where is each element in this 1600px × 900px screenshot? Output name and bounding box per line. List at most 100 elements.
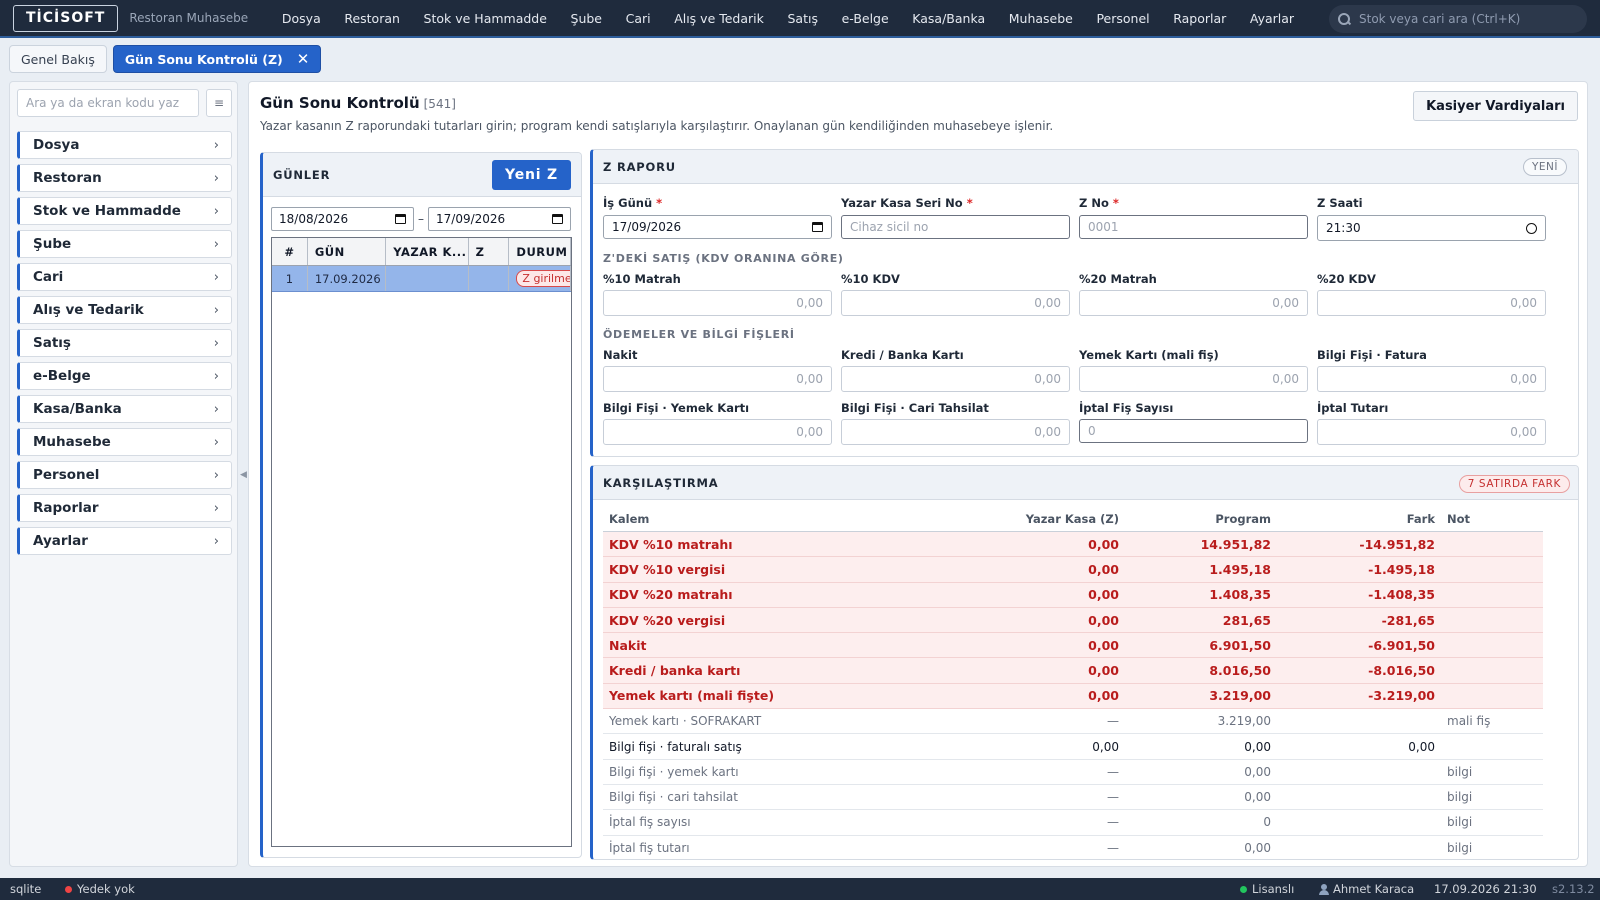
calendar-icon[interactable] bbox=[812, 222, 823, 232]
sidebar-item-stok[interactable]: Stok ve Hammadde › bbox=[17, 197, 232, 225]
cell-program: 3.219,00 bbox=[1217, 714, 1271, 729]
z-saati-input[interactable]: 21:30 bbox=[1317, 215, 1546, 241]
menu-ayarlar[interactable]: Ayarlar bbox=[1238, 11, 1306, 26]
kdv20-input[interactable]: 0,00 bbox=[1317, 290, 1546, 316]
comparison-table-header: Kalem Yazar Kasa (Z) Program Fark Not bbox=[603, 506, 1543, 532]
matrah10-input[interactable]: 0,00 bbox=[603, 290, 832, 316]
page-subtitle: Yazar kasanın Z raporundaki tutarları gi… bbox=[260, 119, 1054, 133]
close-icon[interactable]: ✕ bbox=[297, 50, 310, 68]
bf-yemek-input[interactable]: 0,00 bbox=[603, 419, 832, 445]
menu-sube[interactable]: Şube bbox=[559, 11, 614, 26]
kdv10-input[interactable]: 0,00 bbox=[841, 290, 1070, 316]
kasiyer-vardiyalari-button[interactable]: Kasiyer Vardiyaları bbox=[1413, 91, 1578, 121]
col-fark: Fark bbox=[1406, 511, 1435, 526]
chevron-right-icon: › bbox=[213, 401, 219, 417]
calendar-icon[interactable] bbox=[552, 214, 563, 224]
calendar-icon[interactable] bbox=[395, 214, 406, 224]
menu-alis[interactable]: Alış ve Tedarik bbox=[662, 11, 775, 26]
matrah20-input[interactable]: 0,00 bbox=[1079, 290, 1308, 316]
menu-kasa-banka[interactable]: Kasa/Banka bbox=[900, 11, 996, 26]
sidebar-item-kasa-banka[interactable]: Kasa/Banka › bbox=[17, 395, 232, 423]
cell-yazar-kasa bbox=[386, 266, 469, 291]
new-z-button[interactable]: Yeni Z bbox=[492, 160, 571, 190]
status-bar: sqlite Yedek yok Lisanslı Ahmet Karaca 1… bbox=[0, 878, 1600, 900]
yemek-karti-input[interactable]: 0,00 bbox=[1079, 366, 1308, 392]
sidebar: Ara ya da ekran kodu yaz ≡ Dosya › Restor… bbox=[9, 81, 238, 867]
iptal-tutar-input[interactable]: 0,00 bbox=[1317, 419, 1546, 445]
sidebar-item-personel[interactable]: Personel › bbox=[17, 461, 232, 489]
collapse-sidebar-icon[interactable]: ◀ bbox=[240, 470, 247, 480]
kredi-input[interactable]: 0,00 bbox=[841, 366, 1070, 392]
menu-muhasebe[interactable]: Muhasebe bbox=[997, 11, 1085, 26]
cell-durum: Z girilmedi bbox=[509, 266, 571, 291]
is-gunu-input[interactable]: 17/09/2026 bbox=[603, 215, 832, 239]
sidebar-item-muhasebe[interactable]: Muhasebe › bbox=[17, 428, 232, 456]
cell-kalem: Bilgi fişi · faturalı satış bbox=[609, 739, 742, 754]
bf-cari-input[interactable]: 0,00 bbox=[841, 419, 1070, 445]
menu-dosya[interactable]: Dosya bbox=[270, 11, 332, 26]
iptal-sayi-input[interactable]: 0 bbox=[1079, 419, 1308, 443]
sidebar-item-alis[interactable]: Alış ve Tedarik › bbox=[17, 296, 232, 324]
menu-satis[interactable]: Satış bbox=[776, 11, 830, 26]
menu-ebelge[interactable]: e-Belge bbox=[830, 11, 901, 26]
sidebar-item-ayarlar[interactable]: Ayarlar › bbox=[17, 527, 232, 555]
seri-no-input[interactable]: Cihaz sicil no bbox=[841, 215, 1070, 239]
is-gunu-value: 17/09/2026 bbox=[612, 220, 682, 234]
user-icon bbox=[1319, 883, 1329, 895]
yemek-karti-label: Yemek Kartı (mali fiş) bbox=[1079, 348, 1219, 362]
z-no-input[interactable]: 0001 bbox=[1079, 215, 1308, 239]
menu-raporlar[interactable]: Raporlar bbox=[1161, 11, 1238, 26]
list-icon[interactable]: ≡ bbox=[206, 89, 232, 117]
cell-kalem: KDV %20 matrahı bbox=[609, 587, 733, 603]
sidebar-item-dosya[interactable]: Dosya › bbox=[17, 131, 232, 159]
seri-no-placeholder: Cihaz sicil no bbox=[850, 220, 929, 234]
sidebar-item-raporlar[interactable]: Raporlar › bbox=[17, 494, 232, 522]
sidebar-item-cari[interactable]: Cari › bbox=[17, 263, 232, 291]
chevron-right-icon: › bbox=[213, 137, 219, 153]
cell-not: bilgi bbox=[1447, 790, 1473, 805]
sidebar-item-ebelge[interactable]: e-Belge › bbox=[17, 362, 232, 390]
clock-icon[interactable] bbox=[1526, 222, 1537, 234]
menu-stok[interactable]: Stok ve Hammadde bbox=[412, 11, 559, 26]
chevron-right-icon: › bbox=[213, 269, 219, 285]
sidebar-item-satis[interactable]: Satış › bbox=[17, 329, 232, 357]
license-status: Lisanslı bbox=[1240, 882, 1294, 896]
col-gun[interactable]: GÜN bbox=[308, 238, 387, 265]
menu-cari[interactable]: Cari bbox=[614, 11, 663, 26]
days-panel: GÜNLER Yeni Z 18/08/2026 – 17/09/2026 # … bbox=[260, 152, 582, 858]
table-row: Yemek kartı (mali fişte) 0,00 3.219,00 -3.2… bbox=[603, 683, 1543, 710]
tab-genel-bakis[interactable]: Genel Bakış bbox=[9, 45, 107, 73]
table-row: Bilgi fişi · cari tahsilat — 0,00 bilgi bbox=[603, 785, 1543, 811]
license-dot-icon bbox=[1240, 885, 1247, 893]
bf-fatura-input[interactable]: 0,00 bbox=[1317, 366, 1546, 392]
global-search-input[interactable]: Stok veya cari ara (Ctrl+K) bbox=[1329, 5, 1587, 33]
app-logo[interactable]: TİCİSOFT bbox=[13, 4, 119, 32]
nakit-input[interactable]: 0,00 bbox=[603, 366, 832, 392]
user-name: Ahmet Karaca bbox=[1333, 882, 1415, 896]
col-yazar-kasa[interactable]: YAZAR K... bbox=[386, 238, 469, 265]
bf-cari-label: Bilgi Fişi · Cari Tahsilat bbox=[841, 401, 989, 415]
col-z[interactable]: Z bbox=[469, 238, 510, 265]
col-durum[interactable]: DURUM bbox=[509, 238, 571, 265]
date-from-input[interactable]: 18/08/2026 bbox=[271, 207, 414, 231]
cell-not: bilgi bbox=[1447, 815, 1473, 830]
table-row[interactable]: 1 17.09.2026 Z girilmedi bbox=[272, 266, 571, 292]
date-to-input[interactable]: 17/09/2026 bbox=[428, 207, 571, 231]
sidebar-item-sube[interactable]: Şube › bbox=[17, 230, 232, 258]
cell-kalem: Nakit bbox=[609, 637, 647, 653]
iptal-tutar-label: İptal Tutarı bbox=[1317, 401, 1389, 415]
menu-personel[interactable]: Personel bbox=[1085, 11, 1162, 26]
menu-restoran[interactable]: Restoran bbox=[333, 11, 412, 26]
cell-kalem: İptal fiş sayısı bbox=[609, 815, 691, 830]
table-row: Bilgi fişi · yemek kartı — 0,00 bilgi bbox=[603, 760, 1543, 785]
days-header: GÜNLER Yeni Z bbox=[263, 153, 581, 197]
sidebar-search-input[interactable]: Ara ya da ekran kodu yaz bbox=[17, 89, 199, 117]
sidebar-item-label: Satış bbox=[33, 335, 71, 351]
user-indicator[interactable]: Ahmet Karaca bbox=[1319, 882, 1414, 896]
tab-gun-sonu[interactable]: Gün Sonu Kontrolü (Z) ✕ bbox=[112, 45, 322, 73]
col-no[interactable]: # bbox=[272, 238, 308, 265]
sidebar-item-restoran[interactable]: Restoran › bbox=[17, 164, 232, 192]
comparison-panel: KARŞILAŞTIRMA 7 SATIRDA FARK Kalem Yazar… bbox=[590, 465, 1579, 860]
date-range: 18/08/2026 – 17/09/2026 bbox=[271, 207, 571, 231]
col-kalem: Kalem bbox=[609, 511, 650, 526]
